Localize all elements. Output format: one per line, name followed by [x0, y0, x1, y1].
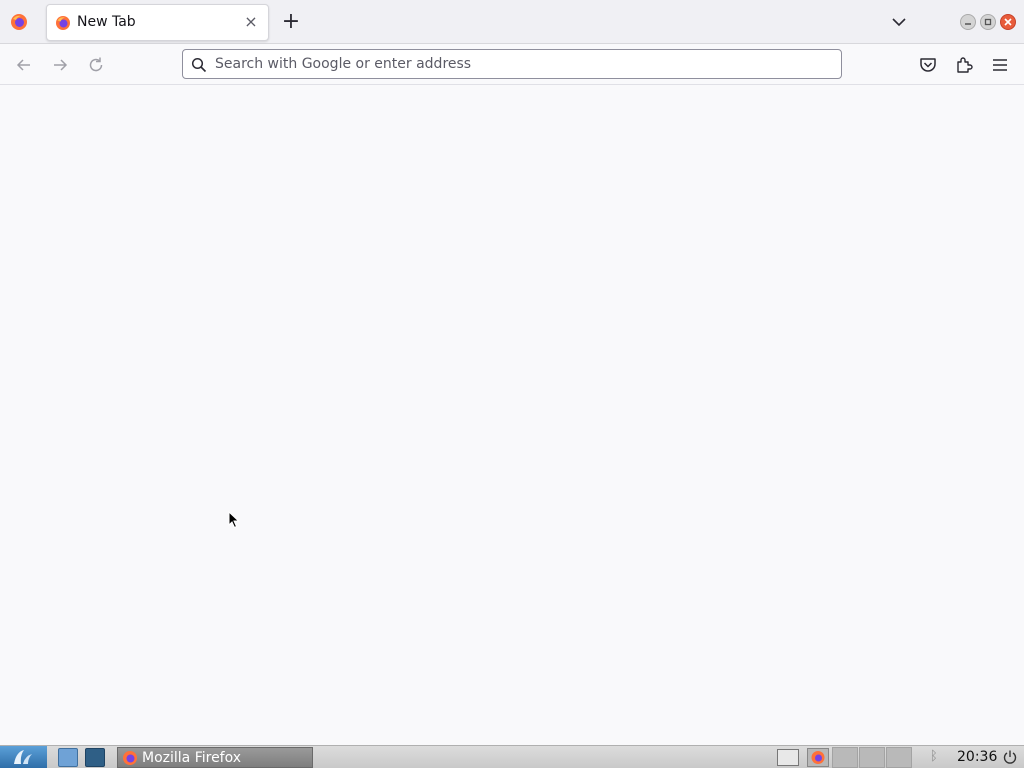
minimize-window-button[interactable]: [960, 14, 976, 30]
workspace-1[interactable]: [832, 747, 858, 768]
close-window-button[interactable]: [1000, 14, 1016, 30]
arrow-left-icon[interactable]: [13, 54, 35, 76]
workspace-2[interactable]: [859, 747, 885, 768]
file-manager-launcher-icon[interactable]: [58, 748, 78, 767]
tab-strip: New Tab × +: [0, 0, 1024, 44]
search-icon: [191, 57, 207, 73]
puzzle-icon[interactable]: [953, 54, 975, 76]
firefox-logo-icon: [56, 16, 70, 30]
firefox-logo-icon: [123, 751, 137, 765]
hamburger-menu-icon[interactable]: [989, 54, 1011, 76]
clock[interactable]: 20:36: [957, 749, 997, 765]
arrow-right-icon[interactable]: [49, 54, 71, 76]
firefox-logo-icon: [811, 751, 825, 764]
power-icon[interactable]: [1002, 749, 1018, 765]
pocket-icon[interactable]: [917, 54, 939, 76]
address-input[interactable]: [215, 50, 825, 78]
bluetooth-icon[interactable]: ᛒ: [930, 749, 938, 764]
start-menu-icon: [14, 750, 32, 764]
chevron-down-icon[interactable]: [889, 12, 909, 32]
firefox-tray-icon[interactable]: [807, 748, 829, 767]
new-tab-page: [0, 85, 1024, 745]
close-tab-button[interactable]: ×: [242, 12, 260, 32]
address-bar[interactable]: [182, 49, 842, 79]
tab-title: New Tab: [77, 14, 136, 30]
show-desktop-icon[interactable]: [777, 749, 799, 766]
firefox-logo-icon[interactable]: [10, 13, 28, 31]
navigation-toolbar: [0, 44, 1024, 85]
new-tab-button[interactable]: +: [280, 9, 302, 35]
mouse-pointer-icon: [228, 511, 240, 529]
network-launcher-icon[interactable]: [85, 748, 105, 767]
tab-new-tab[interactable]: New Tab ×: [46, 4, 269, 41]
desktop-taskbar: Mozilla Firefox ᛒ 20:36: [0, 745, 1024, 768]
taskbar-item-label: Mozilla Firefox: [142, 750, 242, 766]
workspace-3[interactable]: [886, 747, 912, 768]
start-menu-button[interactable]: [0, 746, 47, 768]
reload-icon[interactable]: [85, 54, 107, 76]
maximize-window-button[interactable]: [980, 14, 996, 30]
taskbar-item-firefox[interactable]: Mozilla Firefox: [117, 747, 313, 768]
